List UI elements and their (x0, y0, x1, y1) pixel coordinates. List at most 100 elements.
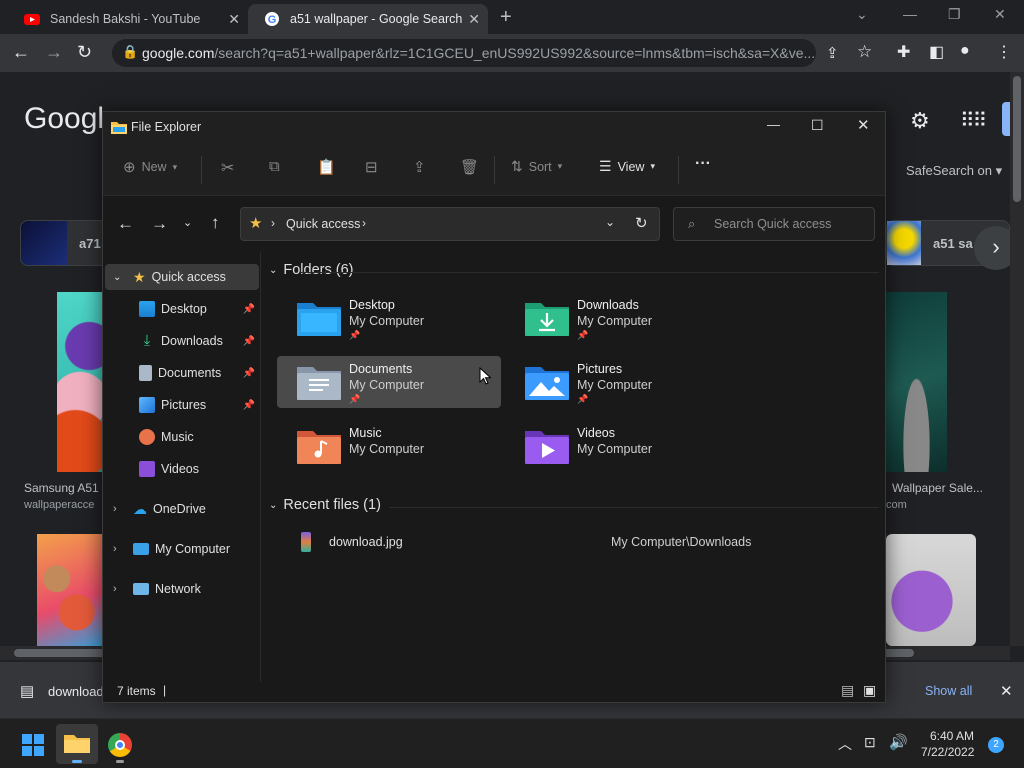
network-icon[interactable]: ⊡ (864, 734, 876, 751)
nav-item-documents[interactable]: Documents 📌 (103, 360, 259, 386)
tab-search-icon[interactable]: ⌄ (856, 6, 868, 23)
tiles-view-icon[interactable]: ▣ (863, 682, 876, 699)
address-dropdown-icon[interactable]: ⌄ (605, 215, 615, 229)
close-icon[interactable]: ✕ (857, 116, 870, 134)
reload-icon[interactable]: ↻ (77, 42, 92, 63)
folder-tile-videos[interactable]: Videos My Computer (505, 420, 729, 472)
result-title[interactable]: Wallpaper Sale... (892, 481, 983, 495)
new-button[interactable]: ⊕ New ▾ (123, 158, 177, 176)
result-source[interactable]: com (886, 499, 907, 511)
chevron-down-icon[interactable]: ⌄ (113, 272, 127, 283)
image-result-thumbnail[interactable] (886, 292, 947, 472)
related-chip[interactable]: a71 (20, 220, 110, 266)
close-icon[interactable]: ✕ (1000, 682, 1013, 700)
chrome-icon[interactable] (108, 733, 132, 757)
tab-close-icon[interactable]: ✕ (228, 11, 240, 28)
breadcrumb-item[interactable]: Quick access (286, 217, 360, 231)
copy-icon[interactable]: ⧉ (269, 158, 280, 175)
recent-files-section-header[interactable]: ⌄ Recent files (1) (269, 497, 381, 513)
image-result-thumbnail[interactable] (57, 292, 103, 472)
tab-google-search[interactable]: G a51 wallpaper - Google Search ✕ (248, 4, 488, 34)
sort-button[interactable]: ⇅ Sort ▾ (511, 158, 562, 175)
taskbar-file-explorer[interactable] (56, 724, 98, 764)
restore-icon[interactable]: ❐ (948, 6, 961, 23)
safesearch-label[interactable]: SafeSearch on ▾ (906, 163, 1002, 179)
image-result-thumbnail[interactable] (886, 534, 976, 646)
extensions-icon[interactable]: ✚ (897, 42, 910, 62)
tab-close-icon[interactable]: ✕ (468, 11, 480, 28)
side-panel-icon[interactable]: ◧ (929, 42, 944, 62)
new-tab-button[interactable]: + (500, 6, 512, 29)
scrollbar-thumb[interactable] (1013, 76, 1021, 202)
details-view-icon[interactable]: ▤ (841, 682, 854, 699)
chevron-right-icon[interactable]: › (113, 583, 127, 595)
recent-file-row[interactable]: download.jpg My Computer\Downloads (293, 530, 879, 554)
explorer-address-bar[interactable]: ★ › Quick access › ⌄ ↻ (240, 207, 660, 241)
folder-tile-pictures[interactable]: Pictures My Computer 📌 (505, 356, 729, 408)
nav-quick-access[interactable]: ⌄ ★ Quick access (105, 264, 259, 290)
refresh-icon[interactable]: ↻ (635, 214, 648, 232)
forward-icon[interactable]: → (45, 42, 63, 63)
nav-item-music[interactable]: Music (103, 424, 259, 450)
minimize-icon[interactable]: — (903, 6, 917, 22)
chevron-up-icon[interactable]: ︿ (838, 734, 852, 754)
explorer-title-bar[interactable]: File Explorer — ☐ ✕ (103, 112, 885, 142)
cut-icon[interactable]: ✂ (221, 158, 234, 178)
apps-grid-icon[interactable]: ⠿⠿ (960, 108, 987, 133)
folder-tile-documents[interactable]: Documents My Computer 📌 (277, 356, 501, 408)
clock-time[interactable]: 6:40 AM (930, 729, 974, 743)
forward-icon[interactable]: → (151, 214, 168, 234)
breadcrumb-chevron-icon[interactable]: › (362, 216, 366, 230)
notification-badge[interactable]: 2 (988, 737, 1004, 753)
nav-onedrive[interactable]: › ☁ OneDrive (103, 496, 259, 522)
google-logo[interactable]: Googl (24, 102, 104, 136)
folder-tile-music[interactable]: Music My Computer (277, 420, 501, 472)
breadcrumb-chevron-icon[interactable]: › (271, 216, 275, 230)
pin-icon[interactable]: 📌 (243, 304, 255, 315)
bookmark-star-icon[interactable]: ☆ (857, 42, 872, 62)
result-source[interactable]: wallpaperacce (24, 499, 94, 511)
folder-tile-desktop[interactable]: Desktop My Computer 📌 (277, 292, 501, 344)
chevron-down-icon[interactable]: ⌄ (269, 265, 277, 276)
back-icon[interactable]: ← (12, 42, 30, 63)
chevron-right-icon[interactable]: › (113, 543, 127, 555)
windows-start-icon[interactable] (22, 734, 44, 756)
minimize-icon[interactable]: — (767, 117, 780, 132)
nav-item-pictures[interactable]: Pictures 📌 (103, 392, 259, 418)
view-button[interactable]: ☰ View ▾ (599, 158, 655, 175)
share-icon[interactable]: ⇪ (826, 44, 839, 62)
settings-gear-icon[interactable]: ⚙ (910, 108, 930, 134)
pin-icon[interactable]: 📌 (243, 368, 255, 379)
close-window-icon[interactable]: ✕ (994, 6, 1006, 23)
delete-icon[interactable]: 🗑 (460, 158, 479, 176)
folders-section-header[interactable]: ⌄ Folders (6) (269, 262, 354, 278)
recent-locations-icon[interactable]: ⌄ (183, 216, 192, 229)
nav-my-computer[interactable]: › My Computer (103, 536, 259, 562)
nav-item-videos[interactable]: Videos (103, 456, 259, 482)
back-icon[interactable]: ← (117, 214, 134, 234)
folder-tile-downloads[interactable]: Downloads My Computer 📌 (505, 292, 729, 344)
paste-icon[interactable]: 📋 (317, 158, 336, 176)
page-scrollbar[interactable] (1010, 72, 1024, 646)
clock-date[interactable]: 7/22/2022 (921, 745, 974, 759)
pin-icon[interactable]: 📌 (243, 400, 255, 411)
download-item[interactable]: download (48, 684, 104, 699)
chevron-right-icon[interactable]: › (113, 503, 127, 515)
profile-icon[interactable]: ● (960, 42, 970, 60)
menu-icon[interactable]: ⋮ (996, 42, 1012, 62)
up-icon[interactable]: ↑ (211, 213, 220, 233)
result-title[interactable]: Samsung A51 (24, 481, 99, 495)
tab-youtube[interactable]: Sandesh Bakshi - YouTube ✕ (8, 4, 248, 34)
address-bar[interactable]: 🔒 google.com/search?q=a51+wallpaper&rlz=… (112, 39, 816, 67)
nav-item-desktop[interactable]: Desktop 📌 (103, 296, 259, 322)
volume-icon[interactable]: 🔊 (889, 733, 908, 751)
maximize-icon[interactable]: ☐ (811, 117, 824, 134)
rename-icon[interactable]: ⊟ (365, 158, 378, 176)
chevron-down-icon[interactable]: ⌄ (269, 500, 277, 511)
more-options-icon[interactable]: ··· (695, 155, 711, 173)
pin-icon[interactable]: 📌 (243, 336, 255, 347)
search-input[interactable]: ⌕ Search Quick access (673, 207, 875, 241)
image-result-thumbnail[interactable] (37, 534, 103, 646)
nav-network[interactable]: › Network (103, 576, 259, 602)
nav-item-downloads[interactable]: ⤓ Downloads 📌 (103, 328, 259, 354)
